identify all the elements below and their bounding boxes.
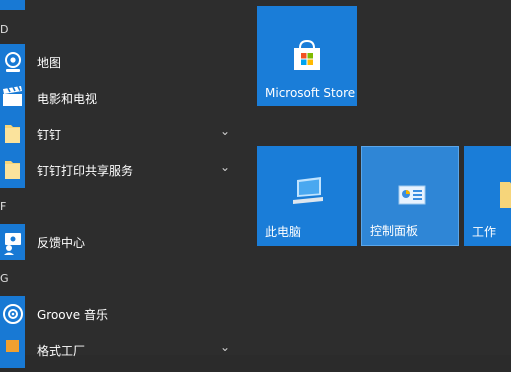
tile-this-pc[interactable]: 此电脑 bbox=[257, 146, 357, 246]
app-label-dingtalk-print: 钉钉打印共享服务 bbox=[37, 164, 134, 178]
computer-icon bbox=[293, 177, 323, 204]
app-item-maps[interactable]: 地图 bbox=[0, 44, 245, 80]
tile-label-control-panel: 控制面板 bbox=[370, 224, 419, 238]
folder-icon bbox=[500, 182, 511, 208]
app-item-feedback-hub[interactable]: 反馈中心 bbox=[0, 224, 245, 260]
app-item-movies-tv[interactable]: 电影和电视 bbox=[0, 80, 245, 116]
store-bag-icon bbox=[294, 39, 320, 70]
tile-control-panel[interactable]: 控制面板 bbox=[361, 146, 459, 246]
tile-label-work: 工作 bbox=[472, 225, 497, 239]
maps-icon bbox=[0, 44, 25, 80]
chevron-down-icon[interactable]: ⌄ bbox=[220, 340, 230, 354]
tile-label-this-pc: 此电脑 bbox=[265, 225, 302, 239]
app-item-dingtalk-print-folder[interactable]: 钉钉打印共享服务 ⌄ bbox=[0, 152, 245, 188]
tile-label-microsoft-store: Microsoft Store bbox=[265, 86, 356, 100]
section-header-d[interactable]: D bbox=[0, 23, 8, 36]
format-factory-icon bbox=[0, 332, 25, 368]
app-label-movies-tv: 电影和电视 bbox=[37, 92, 98, 106]
feedback-hub-icon bbox=[0, 224, 25, 260]
section-header-g[interactable]: G bbox=[0, 272, 9, 285]
chevron-down-icon[interactable]: ⌄ bbox=[220, 124, 230, 138]
tile-work[interactable]: 工作 bbox=[464, 146, 511, 246]
app-label-format-factory: 格式工厂 bbox=[37, 344, 86, 358]
folder-icon bbox=[0, 116, 25, 152]
app-item-dingtalk-folder[interactable]: 钉钉 ⌄ bbox=[0, 116, 245, 152]
start-tiles-area: Microsoft Store 此电脑 控制面板 工作 bbox=[245, 0, 511, 355]
control-panel-icon bbox=[398, 185, 426, 205]
app-label-feedback-hub: 反馈中心 bbox=[37, 236, 86, 250]
groove-music-icon bbox=[0, 296, 25, 332]
section-header-f[interactable]: F bbox=[0, 200, 6, 213]
app-item-format-factory[interactable]: 格式工厂 ⌄ bbox=[0, 332, 245, 368]
app-item-groove-music[interactable]: Groove 音乐 bbox=[0, 296, 245, 332]
app-tile-partial[interactable] bbox=[0, 0, 25, 10]
tile-microsoft-store[interactable]: Microsoft Store bbox=[257, 6, 357, 106]
app-label-maps: 地图 bbox=[37, 56, 62, 70]
movies-tv-icon bbox=[0, 80, 25, 116]
start-app-list: D 地图 电影和电视 钉钉 ⌄ 钉钉打印共享服务 ⌄ F 反馈中心 G Groo… bbox=[0, 0, 245, 368]
folder-icon bbox=[0, 152, 25, 188]
chevron-down-icon[interactable]: ⌄ bbox=[220, 160, 230, 174]
app-label-dingtalk: 钉钉 bbox=[37, 128, 62, 142]
app-label-groove-music: Groove 音乐 bbox=[37, 308, 108, 322]
